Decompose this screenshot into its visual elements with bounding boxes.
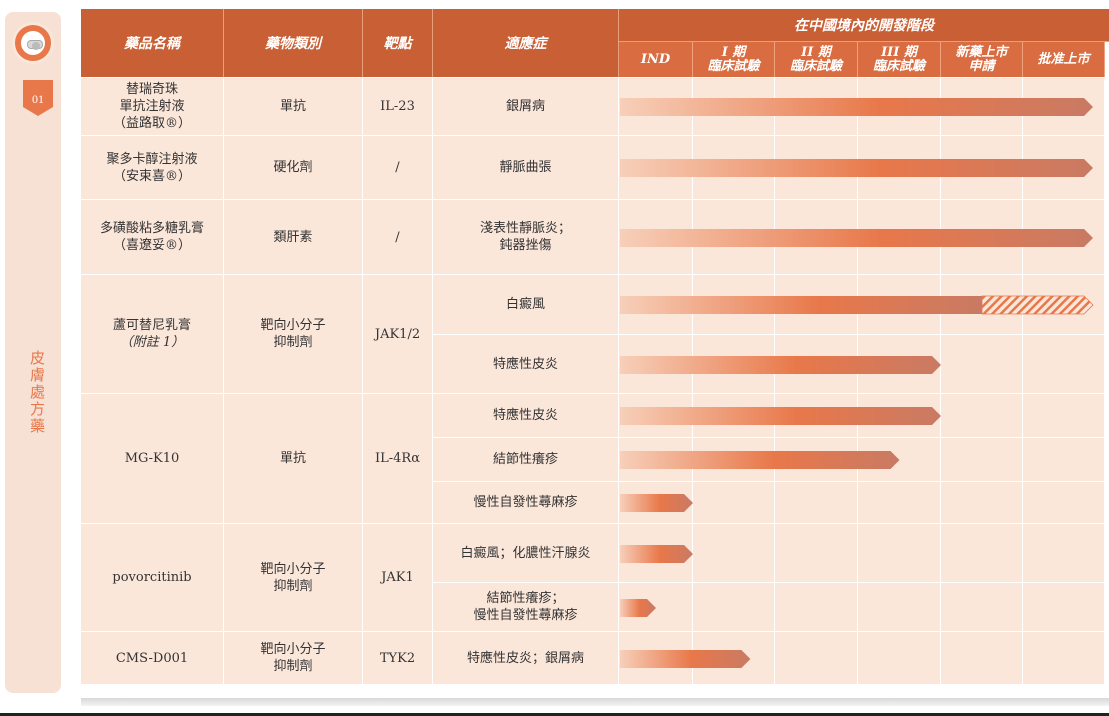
phase-cell	[858, 524, 941, 583]
indication-cell: 靜脈曲張	[433, 136, 619, 200]
drug-target: /	[363, 136, 433, 200]
drug-class: 單抗	[224, 394, 363, 524]
phase-cell	[693, 583, 775, 632]
drug-target: /	[363, 200, 433, 275]
drug-target: TYK2	[363, 632, 433, 685]
indication-cell: 慢性自發性蕁麻疹	[433, 482, 619, 524]
progress-bar	[620, 494, 693, 512]
capsule-icon	[12, 22, 54, 64]
drug-note: （附註 1）	[119, 335, 185, 350]
phase-cell	[775, 632, 858, 685]
drug-target: JAK1	[363, 524, 433, 632]
phase-cell	[775, 583, 858, 632]
progress-bar	[620, 355, 941, 374]
drug-name-cell: 替瑞奇珠 單抗注射液 （益路取®）	[81, 78, 224, 136]
header-target: 靶點	[363, 9, 433, 77]
drug-name-cell: CMS-D001	[81, 632, 224, 685]
progress-bar	[620, 295, 1094, 315]
phase-cell	[1023, 394, 1105, 438]
phase-cell	[693, 524, 775, 583]
indication-cell: 白癜風	[433, 275, 619, 335]
drug-name-cell: MG-K10	[81, 394, 224, 524]
progress-bar	[620, 98, 1093, 116]
phase-cell	[941, 335, 1023, 394]
header-phase-3: III 期 臨床試驗	[858, 42, 941, 77]
drug-name: povorcitinib	[112, 570, 192, 585]
indication-cell: 結節性癢疹； 慢性自發性蕁麻疹	[433, 583, 619, 632]
indication-cell: 特應性皮炎	[433, 394, 619, 438]
pipeline-table: 藥品名稱 藥物類別 靶點 適應症 在中國境內的開發階段 IND I 期 臨床試驗 I…	[81, 9, 1109, 685]
drug-name: 多磺酸粘多糖乳膏 （喜遼妥®）	[99, 221, 204, 253]
drug-name-cell: povorcitinib	[81, 524, 224, 632]
drug-name: 替瑞奇珠 單抗注射液 （益路取®）	[112, 82, 191, 131]
section-label: 皮膚處方藥	[28, 350, 46, 435]
phase-cell	[858, 583, 941, 632]
phase-cell	[1023, 632, 1105, 685]
drug-class: 單抗	[224, 78, 363, 136]
phase-cell	[1023, 583, 1105, 632]
drug-class: 靶向小分子 抑制劑	[224, 632, 363, 685]
progress-bar	[620, 228, 1093, 247]
drug-class: 靶向小分子 抑制劑	[224, 275, 363, 394]
phase-cell	[941, 632, 1023, 685]
section-number: 01	[32, 92, 44, 106]
phase-cell	[858, 632, 941, 685]
drug-name: CMS-D001	[115, 650, 189, 666]
section-sidebar: 01 皮膚處方藥	[5, 12, 61, 693]
header-phase-0: IND	[619, 42, 693, 77]
drug-name-cell: 聚多卡醇注射液 （安束喜®）	[81, 136, 224, 200]
drug-class: 硬化劑	[224, 136, 363, 200]
phase-cell	[941, 438, 1023, 482]
progress-bar	[620, 451, 900, 469]
phase-cell	[941, 583, 1023, 632]
drug-target: JAK1/2	[363, 275, 433, 394]
header-phase-group: 在中國境內的開發階段	[619, 9, 1109, 42]
footer-shadow	[81, 698, 1109, 706]
header-phase-4: 新藥上市 申請	[941, 42, 1023, 77]
header-indication: 適應症	[433, 9, 619, 77]
progress-bar	[620, 407, 941, 425]
header-phase-5: 批准上市	[1023, 42, 1105, 77]
phase-cell	[941, 524, 1023, 583]
progress-bar	[620, 159, 1093, 177]
phase-cell	[1023, 335, 1105, 394]
phase-cell	[1023, 438, 1105, 482]
indication-cell: 特應性皮炎	[433, 335, 619, 394]
phase-cell	[1023, 482, 1105, 524]
phase-cell	[858, 482, 941, 524]
drug-name: 蘆可替尼乳膏	[112, 318, 191, 333]
drug-class: 類肝素	[224, 200, 363, 275]
progress-bar	[620, 649, 751, 668]
header-phase-1: I 期 臨床試驗	[693, 42, 775, 77]
drug-class: 靶向小分子 抑制劑	[224, 524, 363, 632]
indication-cell: 淺表性靜脈炎； 鈍器挫傷	[433, 200, 619, 275]
progress-bar	[620, 544, 693, 563]
drug-target: IL-23	[363, 78, 433, 136]
phase-cell	[693, 482, 775, 524]
phase-cell	[941, 394, 1023, 438]
phase-cell	[775, 482, 858, 524]
indication-cell: 白癜風；化膿性汗腺炎	[433, 524, 619, 583]
phase-cell	[775, 524, 858, 583]
drug-name-cell: 蘆可替尼乳膏 （附註 1）	[81, 275, 224, 394]
drug-name-cell: 多磺酸粘多糖乳膏 （喜遼妥®）	[81, 200, 224, 275]
progress-bar	[620, 598, 656, 617]
indication-cell: 結節性癢疹	[433, 438, 619, 482]
drug-name: 聚多卡醇注射液 （安束喜®）	[106, 151, 198, 184]
drug-name: MG-K10	[124, 451, 180, 466]
phase-cell	[1023, 524, 1105, 583]
header-drug-class: 藥物類別	[224, 9, 363, 77]
header-phase-2: II 期 臨床試驗	[775, 42, 858, 77]
drug-target: IL-4Rα	[363, 394, 433, 524]
indication-cell: 特應性皮炎；銀屑病	[433, 632, 619, 685]
indication-cell: 銀屑病	[433, 78, 619, 136]
header-drug-name: 藥品名稱	[81, 9, 224, 77]
phase-cell	[941, 482, 1023, 524]
